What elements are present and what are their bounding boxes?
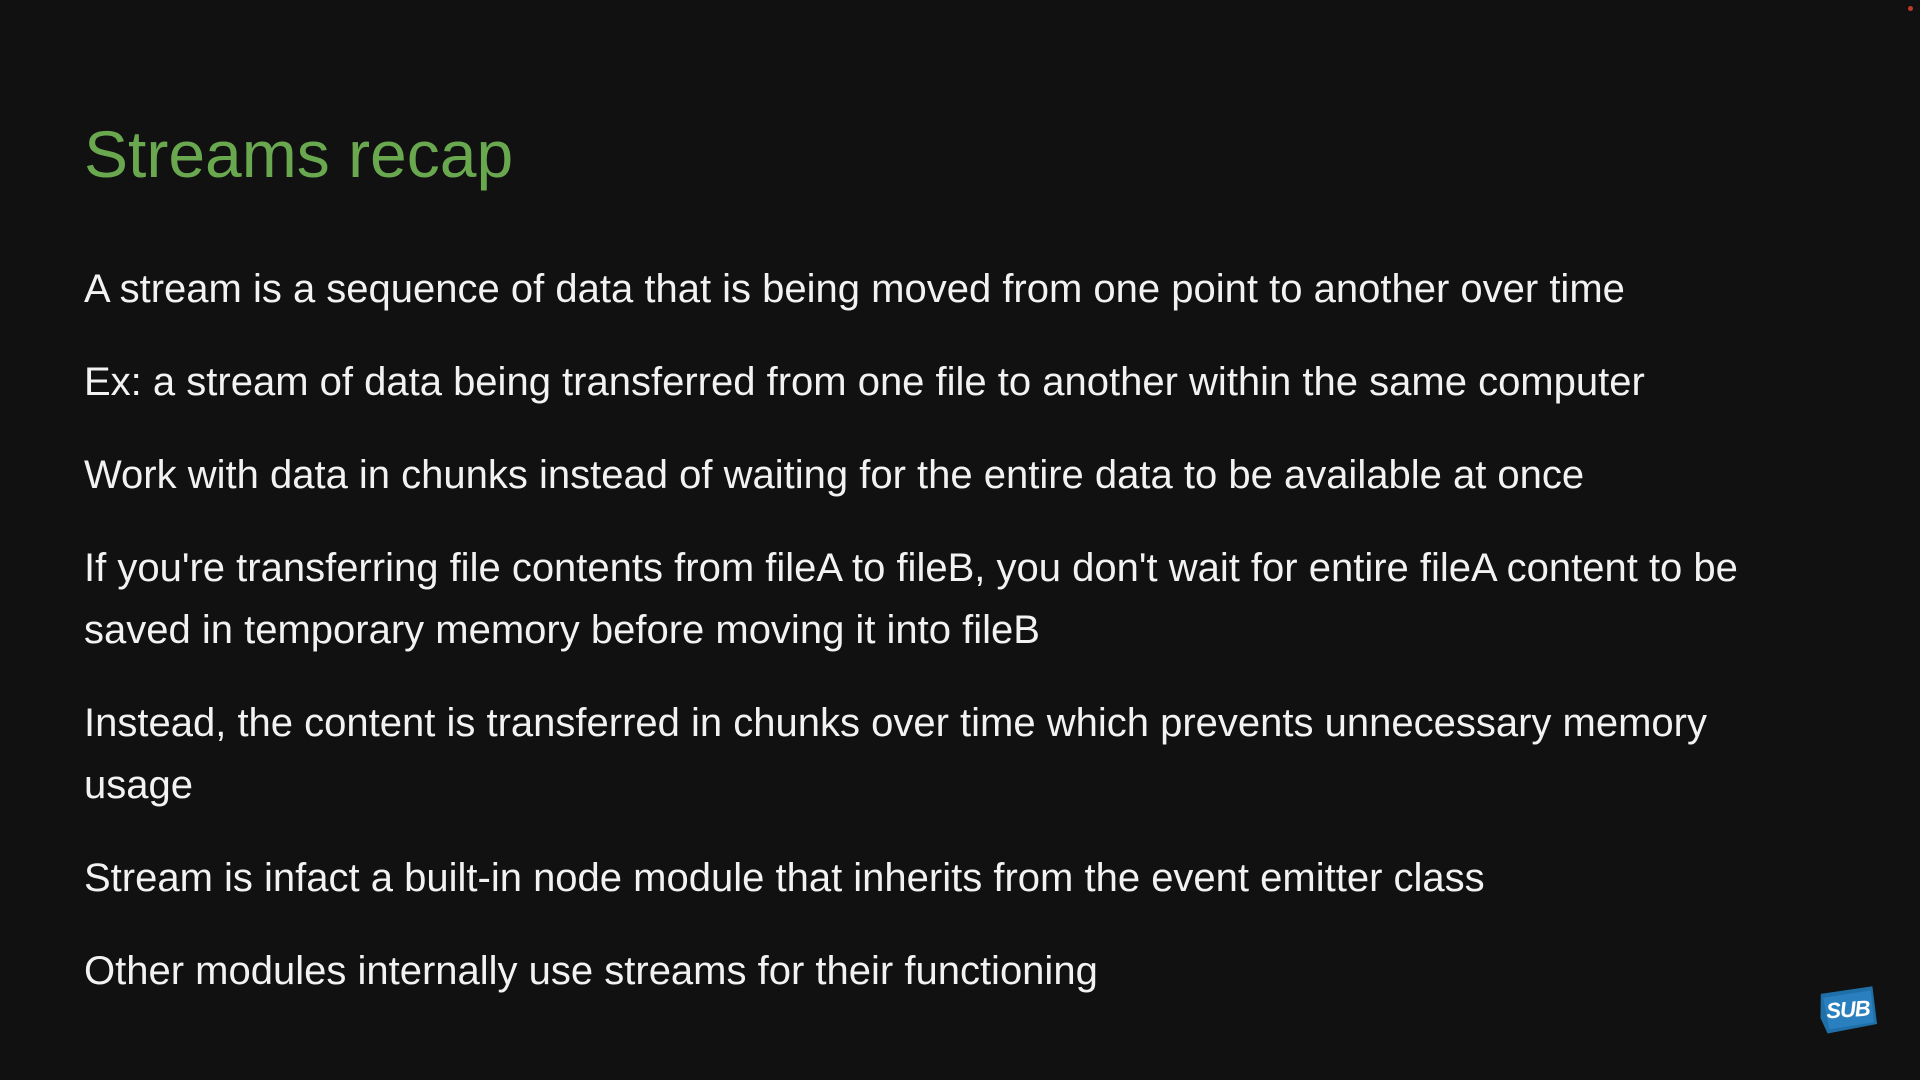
bullet-item: If you're transferring file contents fro… (84, 546, 1738, 652)
slide-title: Streams recap (84, 117, 514, 191)
bullet-item: Work with data in chunks instead of wait… (84, 453, 1585, 497)
recording-dot-icon (1908, 6, 1913, 11)
bullet-item: Stream is infact a built-in node module … (84, 856, 1485, 900)
slide: Streams recap A stream is a sequence of … (0, 0, 1920, 1080)
subscribe-badge-label: SUB (1825, 995, 1871, 1024)
bullet-item: Ex: a stream of data being transferred f… (84, 360, 1645, 404)
bullet-item: A stream is a sequence of data that is b… (84, 267, 1625, 311)
bullet-list: A stream is a sequence of data that is b… (84, 258, 1864, 1033)
bullet-item: Other modules internally use streams for… (84, 949, 1098, 993)
bullet-item: Instead, the content is transferred in c… (84, 701, 1707, 807)
subscribe-badge[interactable]: SUB (1816, 984, 1879, 1036)
